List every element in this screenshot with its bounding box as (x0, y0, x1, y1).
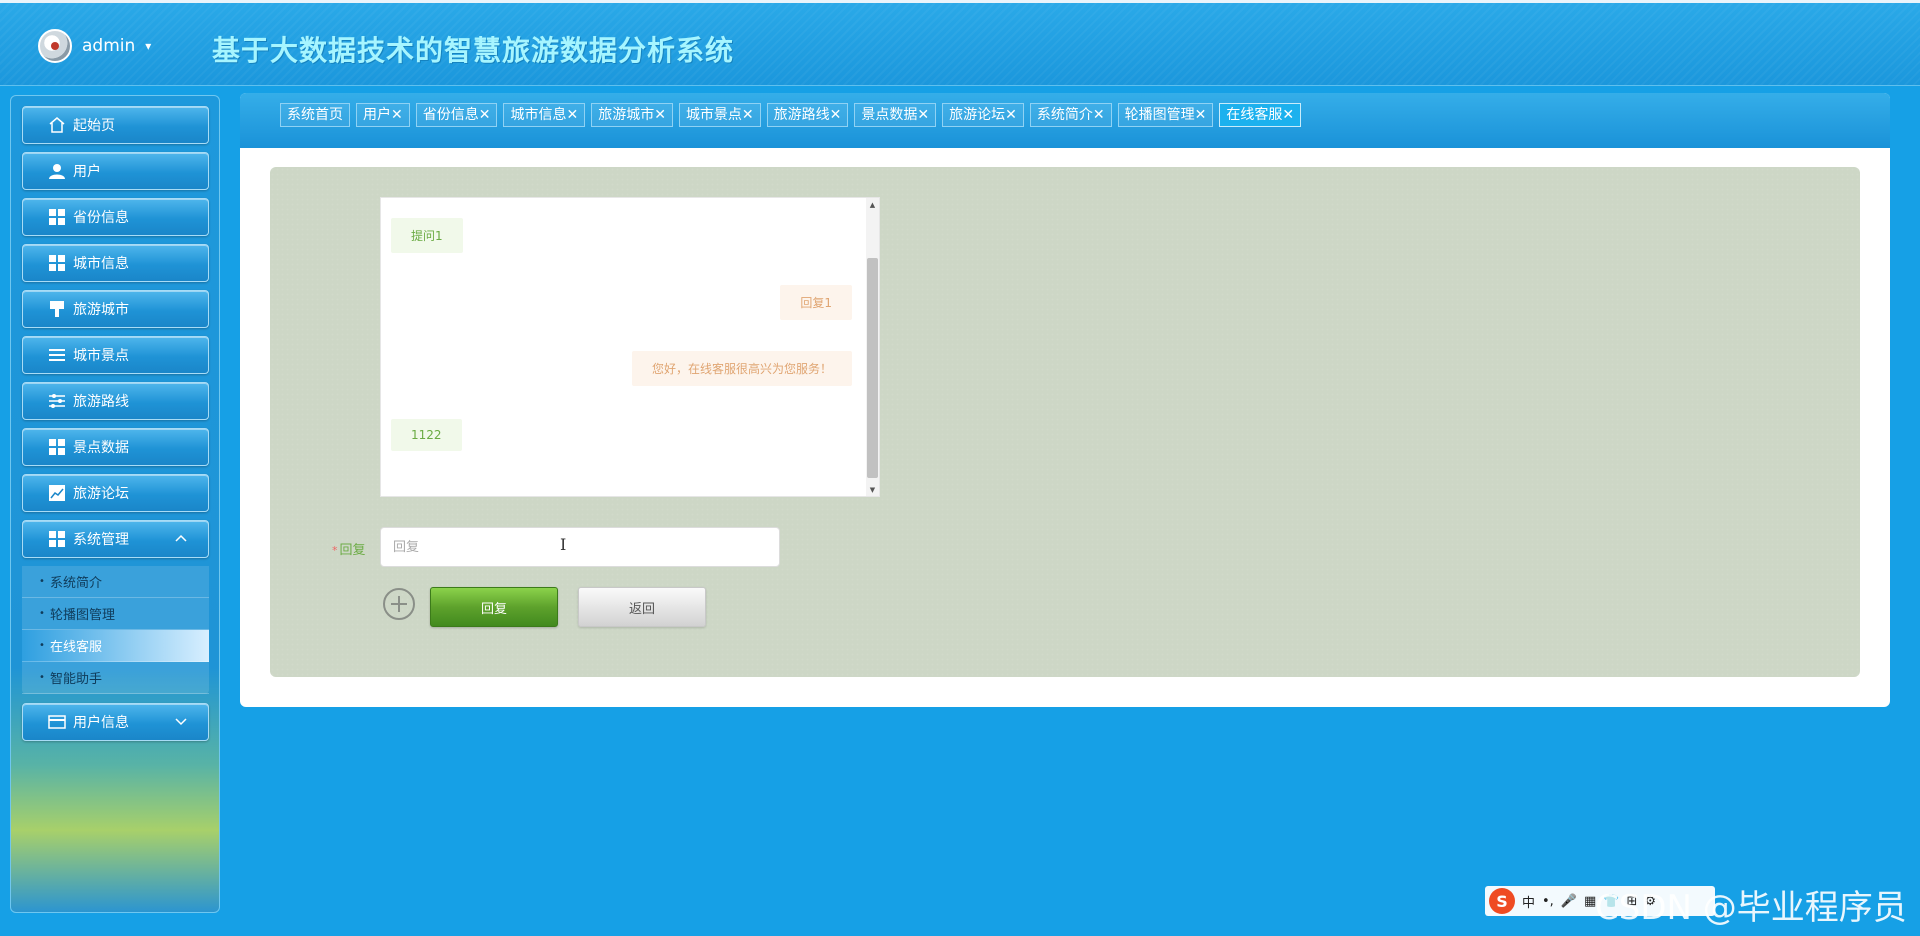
sidebar-item-label: 城市信息 (73, 256, 129, 272)
reply-label: * 回复 (332, 539, 366, 558)
chat-message: 您好，在线客服很高兴为您服务！ (631, 351, 852, 386)
chat-scrollbar[interactable]: ▲ ▼ (866, 198, 879, 496)
sidebar-item-label: 起始页 (73, 118, 115, 134)
chevron-down-icon (174, 714, 188, 728)
sidebar-item-label: 旅游路线 (73, 394, 129, 410)
scroll-down-icon[interactable]: ▼ (868, 486, 877, 495)
reply-label-text: 回复 (339, 543, 366, 558)
sidebar-item-city[interactable]: 城市信息 (22, 244, 209, 282)
chevron-up-icon (174, 531, 188, 545)
text-cursor-icon: I (560, 535, 567, 554)
watermark: CSDN @毕业程序员 (1595, 888, 1907, 928)
tab-travel-city[interactable]: 旅游城市✕ (591, 103, 673, 127)
tab-province[interactable]: 省份信息✕ (415, 103, 498, 127)
user-icon (47, 161, 67, 181)
system-submenu: 系统简介 轮播图管理 在线客服 智能助手 (22, 566, 209, 694)
sidebar-item-label: 景点数据 (73, 440, 129, 456)
tab-attractions[interactable]: 城市景点✕ (678, 103, 761, 127)
chart-icon (47, 483, 67, 503)
sidebar-item-routes[interactable]: 旅游路线 (22, 382, 209, 420)
chat-message: 回复1 (780, 285, 852, 320)
submenu-item-assistant[interactable]: 智能助手 (22, 662, 209, 694)
list-icon (47, 345, 67, 365)
sidebar-item-user[interactable]: 用户 (22, 152, 209, 190)
sidebar-item-label: 用户信息 (73, 715, 129, 731)
tab-user[interactable]: 用户✕ (356, 103, 410, 127)
required-mark: * (332, 544, 338, 557)
grid-icon (47, 253, 67, 273)
scroll-thumb[interactable] (867, 258, 878, 478)
scroll-up-icon[interactable]: ▲ (868, 201, 877, 210)
add-attachment-icon[interactable] (382, 587, 416, 621)
home-icon (47, 115, 67, 135)
tab-home[interactable]: 系统首页 (280, 103, 350, 127)
ime-punctuation[interactable]: •, (1542, 894, 1554, 909)
tab-customer-service[interactable]: 在线客服✕ (1219, 103, 1302, 127)
sidebar-item-label: 旅游论坛 (73, 486, 129, 502)
chat-content: 提问1 回复1 您好，在线客服很高兴为您服务！ 1122 ▲ ▼ *回复 I 回… (270, 167, 1860, 677)
chat-history[interactable]: 提问1 回复1 您好，在线客服很高兴为您服务！ 1122 ▲ ▼ (380, 197, 880, 497)
tab-bar: 系统首页 用户✕ 省份信息✕ 城市信息✕ 旅游城市✕ 城市景点✕ 旅游路线✕ 景… (240, 93, 1890, 148)
sidebar-item-attraction-data[interactable]: 景点数据 (22, 428, 209, 466)
sidebar-item-travel-city[interactable]: 旅游城市 (22, 290, 209, 328)
sidebar-item-user-info[interactable]: 用户信息 (22, 703, 209, 741)
tab-city[interactable]: 城市信息✕ (503, 103, 586, 127)
sidebar-item-attractions[interactable]: 城市景点 (22, 336, 209, 374)
sidebar-item-home[interactable]: 起始页 (22, 106, 209, 144)
tab-carousel[interactable]: 轮播图管理✕ (1117, 103, 1214, 127)
card-icon (47, 712, 67, 732)
sidebar-item-label: 系统管理 (73, 532, 129, 548)
tab-routes[interactable]: 旅游路线✕ (766, 103, 849, 127)
user-menu[interactable]: admin ▾ (38, 29, 151, 63)
back-button[interactable]: 返回 (578, 587, 706, 627)
tab-intro[interactable]: 系统简介✕ (1029, 103, 1112, 127)
sidebar-item-label: 用户 (73, 164, 101, 180)
reply-button[interactable]: 回复 (430, 587, 558, 627)
grid-icon (47, 437, 67, 457)
microphone-icon[interactable]: 🎤 (1561, 894, 1577, 909)
sidebar-item-province[interactable]: 省份信息 (22, 198, 209, 236)
submenu-item-carousel[interactable]: 轮播图管理 (22, 598, 209, 630)
tab-forum[interactable]: 旅游论坛✕ (942, 103, 1024, 127)
reply-input[interactable] (380, 527, 780, 567)
tabs: 系统首页 用户✕ 省份信息✕ 城市信息✕ 旅游城市✕ 城市景点✕ 旅游路线✕ 景… (280, 103, 1302, 127)
top-header: admin ▾ 基于大数据技术的智慧旅游数据分析系统 (0, 0, 1920, 86)
grid-icon (47, 529, 67, 549)
caret-down-icon[interactable]: ▾ (145, 39, 151, 53)
sidebar-item-forum[interactable]: 旅游论坛 (22, 474, 209, 512)
submenu-item-intro[interactable]: 系统简介 (22, 566, 209, 598)
main-panel: 系统首页 用户✕ 省份信息✕ 城市信息✕ 旅游城市✕ 城市景点✕ 旅游路线✕ 景… (240, 93, 1890, 707)
chat-message: 1122 (391, 419, 462, 451)
sidebar-item-label: 城市景点 (73, 348, 129, 364)
sidebar-item-system[interactable]: 系统管理 (22, 520, 209, 558)
grid-icon (47, 207, 67, 227)
sidebar-item-label: 旅游城市 (73, 302, 129, 318)
submenu-item-customer-service[interactable]: 在线客服 (22, 630, 209, 662)
avatar[interactable] (38, 29, 72, 63)
sidebar: 起始页 用户 省份信息 城市信息 旅游城市 城市景点 旅游路线 景点数据 旅游论… (10, 95, 220, 913)
sidebar-item-label: 省份信息 (73, 210, 129, 226)
user-name[interactable]: admin (82, 36, 135, 56)
ime-mode[interactable]: 中 (1522, 892, 1535, 911)
chat-message: 提问1 (391, 218, 463, 253)
sogou-logo-icon[interactable]: S (1489, 888, 1515, 914)
flag-icon (47, 299, 67, 319)
tab-attraction-data[interactable]: 景点数据✕ (854, 103, 937, 127)
app-title: 基于大数据技术的智慧旅游数据分析系统 (212, 34, 735, 67)
sliders-icon (47, 391, 67, 411)
